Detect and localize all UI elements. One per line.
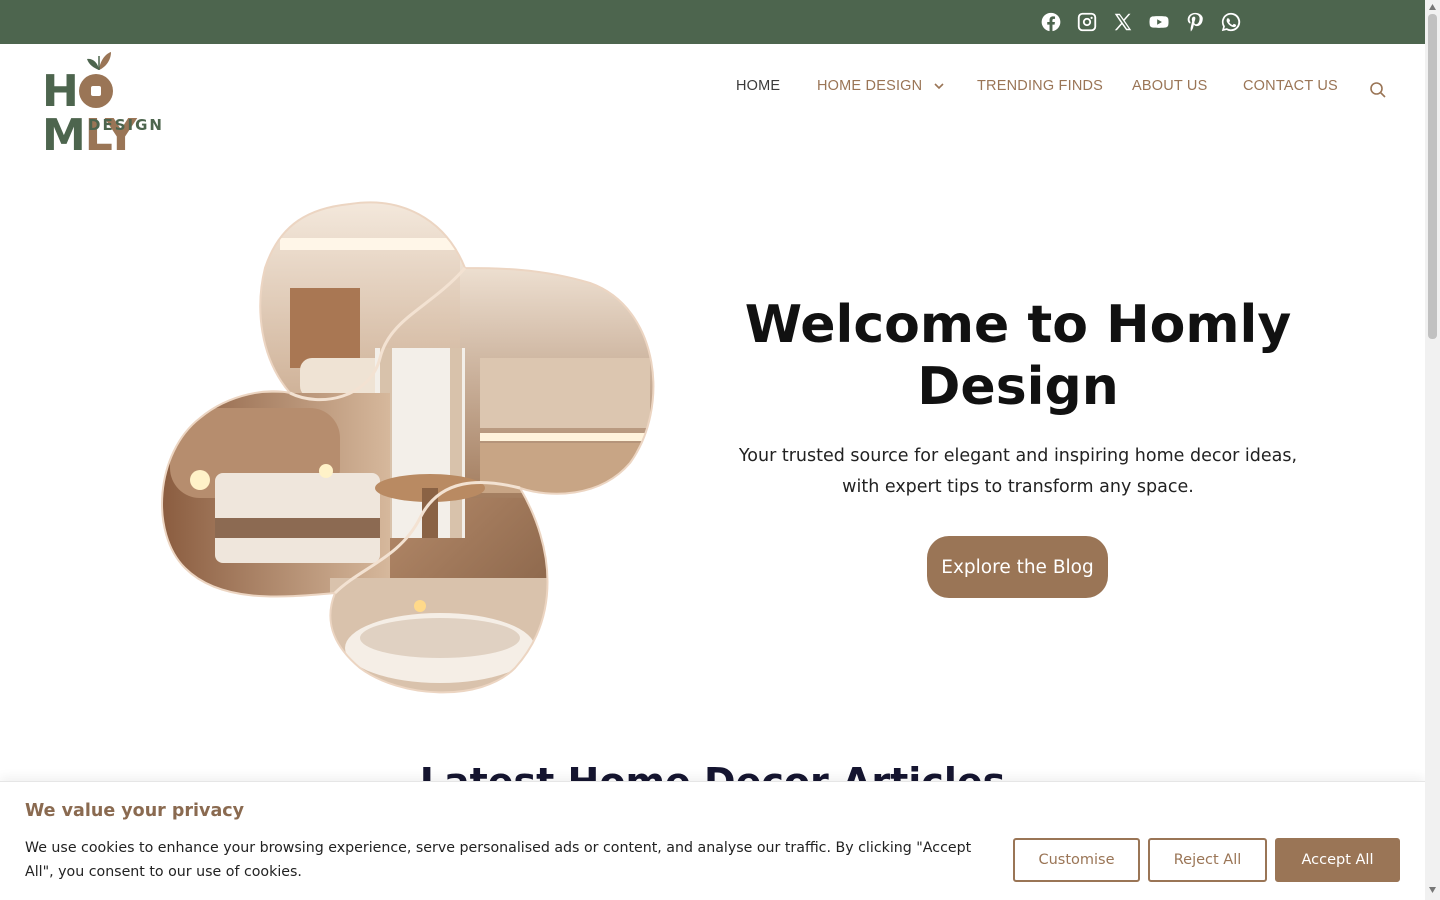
reject-all-button[interactable]: Reject All: [1148, 838, 1267, 882]
instagram-icon[interactable]: [1074, 9, 1100, 35]
logo-house-o: [78, 74, 113, 108]
youtube-icon[interactable]: [1146, 9, 1172, 35]
hero-subtitle: Your trusted source for elegant and insp…: [738, 446, 1298, 497]
cookie-title: We value your privacy: [25, 801, 245, 821]
hero-interior-image: [161, 201, 655, 694]
facebook-icon[interactable]: [1038, 9, 1064, 35]
social-bar: [0, 0, 1425, 44]
hero-title: Welcome to Homly Design: [744, 295, 1292, 417]
scroll-thumb[interactable]: [1428, 14, 1437, 339]
pinterest-icon[interactable]: [1182, 9, 1208, 35]
nav-contact-us[interactable]: CONTACT US: [1243, 78, 1338, 94]
homly-design-logo[interactable]: HMLY DESIGN: [42, 50, 207, 158]
accept-all-button[interactable]: Accept All: [1275, 838, 1400, 882]
customise-button[interactable]: Customise: [1013, 838, 1140, 882]
nav-home-design[interactable]: HOME DESIGN: [817, 78, 944, 94]
nav-about-us[interactable]: ABOUT US: [1132, 78, 1207, 94]
search-icon[interactable]: [1369, 81, 1387, 99]
nav-home-design-label: HOME DESIGN: [817, 78, 923, 94]
logo-wordmark: HMLY: [42, 70, 207, 158]
cookie-consent-banner: We value your privacy We use cookies to …: [0, 781, 1425, 900]
nav-home[interactable]: HOME: [736, 78, 780, 94]
leaf-icon: [87, 52, 111, 70]
nav-trending-finds[interactable]: TRENDING FINDS: [977, 78, 1103, 94]
logo-subtitle: DESIGN: [88, 116, 164, 134]
cookie-text: We use cookies to enhance your browsing …: [25, 840, 972, 880]
explore-blog-button[interactable]: Explore the Blog: [927, 536, 1108, 598]
whatsapp-icon[interactable]: [1218, 9, 1244, 35]
chevron-down-icon: [934, 82, 944, 93]
site-header: HMLY DESIGN HOME HOME DESIGN TRENDING FI…: [0, 44, 1425, 158]
page-scrollbar[interactable]: [1425, 0, 1440, 900]
scroll-down-arrow-icon[interactable]: [1428, 886, 1437, 894]
x-icon[interactable]: [1110, 9, 1136, 35]
logo-letter-m: M: [42, 110, 86, 161]
scroll-up-arrow-icon[interactable]: [1428, 3, 1437, 11]
